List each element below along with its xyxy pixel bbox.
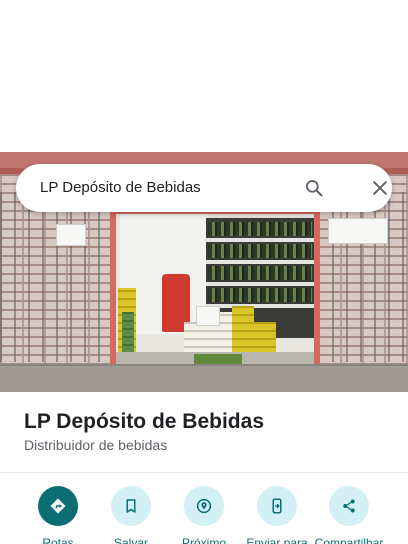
save-label: Salvar <box>113 536 148 544</box>
shelf-board <box>206 238 314 242</box>
bottles-row <box>208 244 312 258</box>
crate-stack <box>184 322 208 354</box>
directions-label: Rotas <box>42 536 74 544</box>
door-frame-left <box>110 212 116 370</box>
floor-mat <box>194 354 242 364</box>
send-to-phone-icon <box>257 486 297 526</box>
divider <box>0 472 408 473</box>
place-name: LP Depósito de Bebidas <box>24 410 264 433</box>
share-label: Compartilhar <box>314 536 384 544</box>
search-bar[interactable]: LP Depósito de Bebidas <box>16 164 392 212</box>
wall-sign-left <box>56 224 86 246</box>
directions-button[interactable]: Rotas <box>18 486 98 544</box>
directions-icon <box>38 486 78 526</box>
nearby-label: Próximo <box>181 536 226 544</box>
crate-stack <box>122 312 134 352</box>
bottles-row <box>208 288 312 302</box>
shelf-board <box>206 304 314 308</box>
crate-stack <box>254 322 276 354</box>
bottles-row <box>208 222 312 236</box>
search-input[interactable]: LP Depósito de Bebidas <box>40 179 201 196</box>
nearby-button[interactable]: Próximo <box>164 486 244 544</box>
share-icon <box>329 486 369 526</box>
bottles-row <box>208 266 312 280</box>
bookmark-icon <box>111 486 151 526</box>
share-button[interactable]: Compartilhar <box>309 486 389 544</box>
search-icon[interactable] <box>304 178 324 198</box>
close-icon[interactable] <box>370 178 390 198</box>
crate-stack <box>232 306 254 354</box>
place-category[interactable]: Distribuidor de bebidas <box>24 437 167 453</box>
shelf-board <box>206 260 314 264</box>
crate-sign <box>196 306 220 326</box>
save-button[interactable]: Salvar <box>91 486 171 544</box>
sidewalk <box>0 366 408 392</box>
window-bars-left <box>0 192 112 362</box>
nearby-icon <box>184 486 224 526</box>
send-to-phone-button[interactable]: Enviar para <box>237 486 317 544</box>
door-frame-right <box>314 212 320 370</box>
send-to-phone-label: Enviar para <box>246 536 308 544</box>
wall-sign-right <box>328 218 388 244</box>
map-blank-area <box>0 0 408 152</box>
shelf-board <box>206 282 314 286</box>
